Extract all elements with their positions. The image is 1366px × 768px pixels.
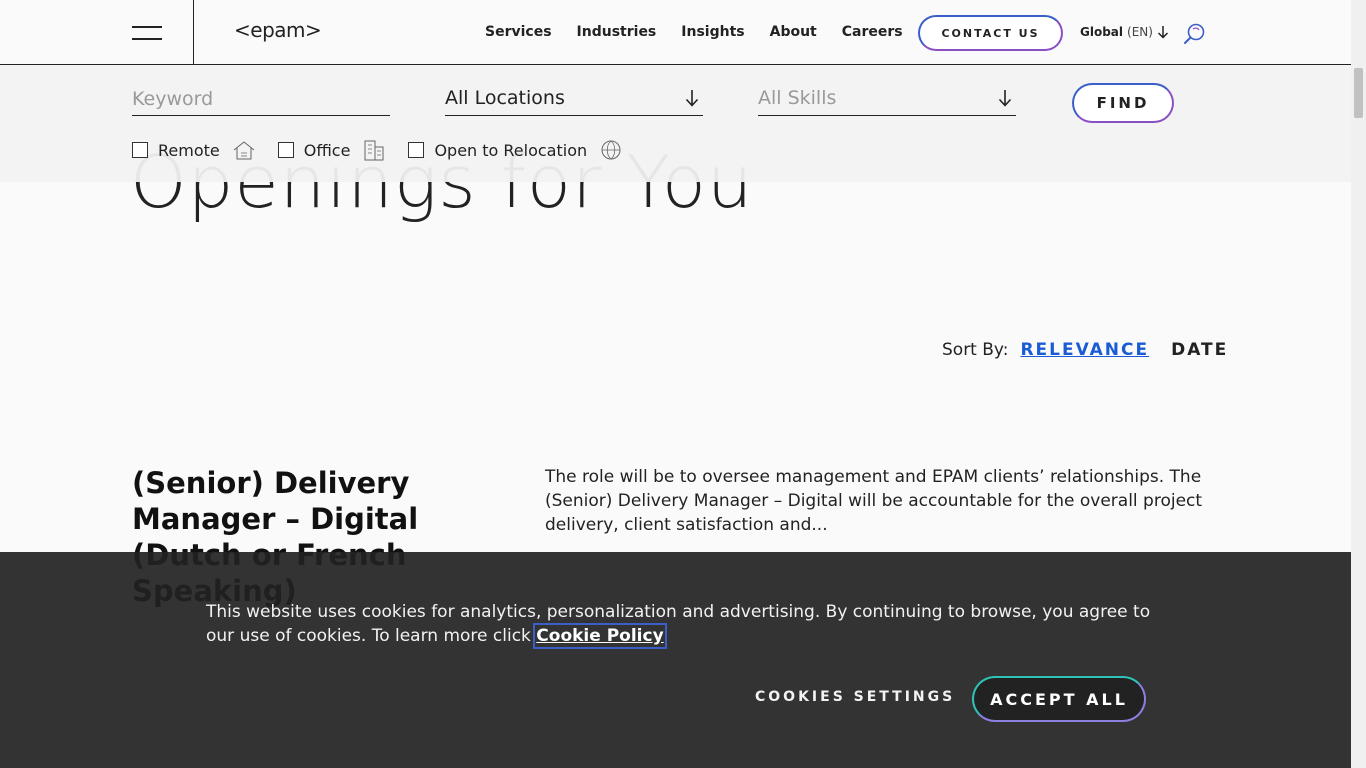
office-checkbox[interactable]: Office	[277, 139, 387, 161]
language-selector[interactable]: Global (EN)	[1080, 25, 1169, 39]
search-icon[interactable]	[1183, 22, 1207, 46]
globe-icon	[601, 140, 621, 160]
epam-logo[interactable]: <epam>	[234, 18, 322, 42]
house-icon	[233, 141, 255, 160]
job-description: The role will be to oversee management a…	[545, 467, 1203, 535]
location-value: All Locations	[445, 87, 565, 109]
office-label: Office	[303, 140, 351, 160]
arrow-down-icon	[685, 90, 699, 107]
cookie-message: This website uses cookies for analytics,…	[206, 600, 1166, 649]
cookies-settings-button[interactable]: COOKIES SETTINGS	[755, 689, 955, 705]
site-header: <epam> Services Industries Insights Abou…	[0, 0, 1351, 65]
page-scrollbar[interactable]	[1351, 0, 1366, 768]
header-divider	[193, 0, 194, 64]
relocation-label: Open to Relocation	[434, 140, 588, 160]
menu-icon[interactable]	[132, 26, 162, 40]
location-select[interactable]: All Locations	[445, 85, 703, 116]
keyword-input[interactable]: Keyword	[132, 85, 390, 116]
nav-about[interactable]: About	[770, 24, 817, 40]
checkbox-box[interactable]	[277, 142, 294, 158]
relocation-checkbox[interactable]: Open to Relocation	[408, 139, 623, 161]
sort-date-link[interactable]: DATE	[1171, 340, 1228, 360]
sort-relevance-link[interactable]: RELEVANCE	[1020, 340, 1149, 360]
skills-value: All Skills	[758, 87, 837, 109]
checkbox-box[interactable]	[132, 142, 148, 158]
find-button[interactable]: FIND	[1072, 83, 1174, 123]
cookie-policy-link[interactable]: Cookie Policy	[533, 623, 667, 649]
checkbox-box[interactable]	[408, 142, 425, 158]
remote-label: Remote	[158, 140, 220, 160]
skills-select[interactable]: All Skills	[758, 85, 1016, 116]
arrow-down-icon	[998, 90, 1012, 107]
remote-checkbox[interactable]: Remote	[132, 139, 256, 161]
cookie-banner: This website uses cookies for analytics,…	[0, 552, 1351, 768]
nav-careers[interactable]: Careers	[842, 24, 903, 40]
cookie-text: This website uses cookies for analytics,…	[206, 602, 1151, 646]
nav-industries[interactable]: Industries	[577, 24, 657, 40]
sort-options: Sort By: RELEVANCE DATE	[942, 340, 1228, 360]
accept-all-button[interactable]: ACCEPT ALL	[972, 676, 1146, 722]
global-label: Global	[1080, 25, 1124, 39]
work-type-options: Remote Office Open to Relocation	[132, 139, 645, 161]
scrollbar-thumb[interactable]	[1354, 68, 1363, 118]
main-nav: Services Industries Insights About Caree…	[485, 24, 928, 40]
language-code: (EN)	[1127, 25, 1153, 39]
nav-insights[interactable]: Insights	[681, 24, 744, 40]
sort-label: Sort By:	[942, 340, 1009, 360]
building-icon	[364, 140, 384, 161]
contact-us-button[interactable]: CONTACT US	[918, 15, 1063, 51]
arrow-down-icon	[1157, 26, 1168, 39]
job-search-filters: Keyword All Locations All Skills FIND Re…	[0, 65, 1351, 182]
nav-services[interactable]: Services	[485, 24, 552, 40]
